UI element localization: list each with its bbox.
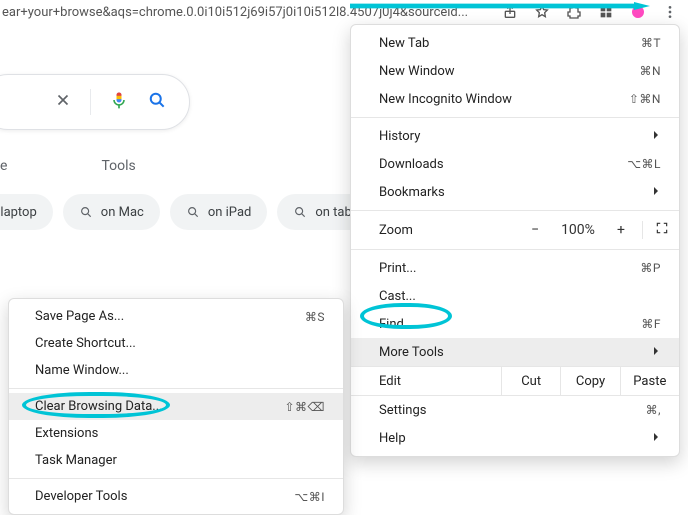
voice-search-icon[interactable] <box>109 90 129 114</box>
menu-edit-row: Edit Cut Copy Paste <box>351 366 679 396</box>
search-box[interactable] <box>0 74 190 130</box>
menu-more-tools[interactable]: More Tools <box>351 338 679 366</box>
search-tab-partial[interactable]: e <box>0 158 7 174</box>
chevron-right-icon <box>651 129 661 144</box>
menu-label: History <box>379 129 651 144</box>
chip-label: n laptop <box>0 205 37 220</box>
menu-separator <box>9 388 343 389</box>
edit-paste-button[interactable]: Paste <box>620 367 679 395</box>
chip-label: on tabl <box>315 205 355 220</box>
menu-new-window[interactable]: New Window ⌘N <box>351 57 679 85</box>
search-icon[interactable] <box>147 90 167 114</box>
menu-accel: ⌘, <box>646 403 661 417</box>
menu-accel: ⌘P <box>640 261 661 275</box>
menu-label: Name Window... <box>35 363 325 378</box>
extensions-icon[interactable] <box>566 4 582 20</box>
submenu-extensions[interactable]: Extensions <box>9 420 343 447</box>
submenu-save-page[interactable]: Save Page As... ⌘S <box>9 303 343 330</box>
menu-dots-icon[interactable] <box>662 4 678 20</box>
bookmark-star-icon[interactable] <box>534 4 550 20</box>
more-tools-submenu: Save Page As... ⌘S Create Shortcut... Na… <box>8 298 344 515</box>
chevron-right-icon <box>651 185 661 200</box>
chip-laptop[interactable]: n laptop <box>0 194 53 230</box>
menu-cast[interactable]: Cast... <box>351 282 679 310</box>
menu-accel: ⇧⌘N <box>629 92 661 106</box>
chevron-right-icon <box>651 345 661 360</box>
menu-label: Create Shortcut... <box>35 336 325 351</box>
chip-ipad[interactable]: on iPad <box>170 194 268 230</box>
menu-label: Task Manager <box>35 453 325 468</box>
menu-history[interactable]: History <box>351 122 679 150</box>
zoom-percent: 100% <box>556 222 600 238</box>
menu-help[interactable]: Help <box>351 424 679 452</box>
chrome-main-menu: New Tab ⌘T New Window ⌘N New Incognito W… <box>350 24 680 457</box>
menu-label: Save Page As... <box>35 309 305 324</box>
menu-print[interactable]: Print... ⌘P <box>351 254 679 282</box>
chevron-right-icon <box>651 431 661 446</box>
overflow-dots-1-icon[interactable] <box>598 4 614 20</box>
menu-accel: ⌘T <box>641 36 661 50</box>
submenu-developer-tools[interactable]: Developer Tools ⌥⌘I <box>9 483 343 510</box>
menu-find[interactable]: Find... ⌘F <box>351 310 679 338</box>
menu-label: Clear Browsing Data... <box>35 399 284 414</box>
menu-label: Downloads <box>379 157 627 172</box>
chip-label: on iPad <box>208 205 252 220</box>
menu-accel: ⌘N <box>639 64 661 78</box>
menu-label: Developer Tools <box>35 489 294 504</box>
fullscreen-icon[interactable] <box>655 221 669 239</box>
menu-label: Extensions <box>35 426 325 441</box>
zoom-in-button[interactable]: + <box>612 222 630 238</box>
menu-separator <box>351 210 679 211</box>
submenu-task-manager[interactable]: Task Manager <box>9 447 343 474</box>
menu-label: Help <box>379 431 651 446</box>
menu-downloads[interactable]: Downloads ⌥⌘L <box>351 150 679 178</box>
divider <box>90 89 91 115</box>
chip-mac[interactable]: on Mac <box>63 194 160 230</box>
menu-label: Zoom <box>379 223 413 238</box>
menu-label: New Tab <box>379 36 641 51</box>
edit-cut-button[interactable]: Cut <box>501 367 560 395</box>
menu-label: Print... <box>379 261 640 276</box>
submenu-name-window[interactable]: Name Window... <box>9 357 343 384</box>
menu-label: Bookmarks <box>379 185 651 200</box>
menu-new-incognito[interactable]: New Incognito Window ⇧⌘N <box>351 85 679 113</box>
search-tab-tools[interactable]: Tools <box>101 158 135 174</box>
menu-separator <box>351 249 679 250</box>
menu-settings[interactable]: Settings ⌘, <box>351 396 679 424</box>
submenu-create-shortcut[interactable]: Create Shortcut... <box>9 330 343 357</box>
divider <box>642 221 643 239</box>
menu-label: Edit <box>351 374 501 389</box>
menu-accel: ⌥⌘L <box>627 157 661 171</box>
edit-copy-button[interactable]: Copy <box>560 367 619 395</box>
menu-accel: ⌘S <box>305 310 325 324</box>
menu-label: More Tools <box>379 345 651 360</box>
menu-accel: ⌥⌘I <box>294 490 325 504</box>
menu-label: New Window <box>379 64 639 79</box>
menu-new-tab[interactable]: New Tab ⌘T <box>351 29 679 57</box>
menu-accel: ⌘F <box>641 317 661 331</box>
menu-separator <box>9 478 343 479</box>
clear-icon[interactable] <box>54 91 72 113</box>
submenu-clear-browsing-data[interactable]: Clear Browsing Data... ⇧⌘⌫ <box>9 393 343 420</box>
profile-icon[interactable] <box>630 4 646 20</box>
chip-label: on Mac <box>101 205 144 220</box>
share-icon[interactable] <box>502 4 518 20</box>
menu-accel: ⇧⌘⌫ <box>284 400 325 414</box>
menu-label: Settings <box>379 403 646 418</box>
menu-separator <box>351 117 679 118</box>
menu-zoom: Zoom − 100% + <box>351 215 679 245</box>
menu-label: Find... <box>379 317 641 332</box>
menu-label: Cast... <box>379 289 661 304</box>
zoom-out-button[interactable]: − <box>526 222 544 238</box>
address-bar-text[interactable]: ear+your+browse&aqs=chrome.0.0i10i512j69… <box>0 5 492 20</box>
menu-label: New Incognito Window <box>379 92 629 107</box>
menu-bookmarks[interactable]: Bookmarks <box>351 178 679 206</box>
